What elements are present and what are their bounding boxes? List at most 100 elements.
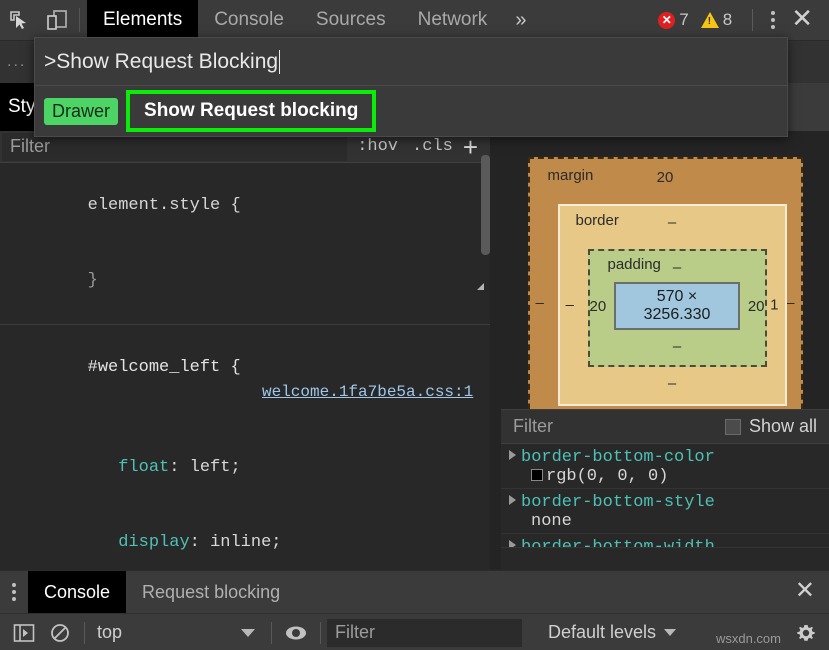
devtools-drawer: Console Request blocking ✕ top bbox=[0, 570, 829, 650]
computed-property-name: border-bottom-color bbox=[521, 448, 715, 467]
error-count-badge[interactable]: ✕ 7 bbox=[658, 10, 694, 30]
styles-pane: Filter :hov .cls + element.style { } #we… bbox=[0, 131, 490, 570]
chevron-down-icon bbox=[664, 629, 676, 636]
command-query-text: Show Request Blocking bbox=[56, 50, 278, 74]
computed-filter-input[interactable]: Filter bbox=[513, 416, 725, 437]
site-watermark-text: wsxdn.com bbox=[716, 631, 781, 646]
live-expression-eye-icon[interactable] bbox=[278, 614, 314, 650]
computed-value-text: rgb(0, 0, 0) bbox=[546, 467, 668, 486]
element-style-close: } bbox=[0, 244, 490, 319]
inspect-element-icon[interactable] bbox=[0, 0, 38, 41]
drawer-kebab-menu-icon[interactable] bbox=[0, 571, 28, 613]
error-circle-icon: ✕ bbox=[658, 12, 675, 29]
panel-tabs: Elements Console Sources Network » bbox=[87, 0, 538, 41]
hov-toggle[interactable]: :hov bbox=[357, 137, 398, 156]
command-menu-overlay: >Show Request Blocking Drawer Show Reque… bbox=[34, 37, 788, 137]
toolbar-divider bbox=[79, 8, 80, 32]
drawer-tab-request-blocking[interactable]: Request blocking bbox=[126, 571, 296, 613]
border-bottom-value[interactable]: – bbox=[560, 375, 785, 392]
margin-label: margin bbox=[548, 167, 594, 184]
cls-toggle[interactable]: .cls bbox=[412, 137, 453, 156]
command-menu-result-row[interactable]: Drawer Show Request blocking bbox=[35, 86, 787, 136]
kebab-menu-icon[interactable] bbox=[761, 11, 785, 29]
declaration-value[interactable]: left; bbox=[190, 458, 241, 477]
box-model-border[interactable]: border – – 1 padding – 20 570 × 3256.330… bbox=[558, 204, 787, 406]
console-log-levels-selector[interactable]: Default levels bbox=[548, 622, 676, 643]
color-swatch-black[interactable] bbox=[531, 469, 543, 481]
computed-property-name: border-bottom-style bbox=[521, 493, 715, 512]
show-all-label[interactable]: Show all bbox=[749, 416, 817, 437]
computed-filter-row: Filter Show all bbox=[501, 410, 829, 444]
result-category-badge: Drawer bbox=[44, 98, 118, 125]
console-sidebar-icon[interactable] bbox=[6, 614, 42, 650]
computed-styles-section: Filter Show all border-bottom-color rgb(… bbox=[501, 409, 829, 570]
element-style-selector: element.style { bbox=[88, 196, 241, 215]
styles-pane-scrollbar[interactable] bbox=[481, 155, 490, 255]
computed-property-value: none bbox=[509, 512, 829, 531]
warning-triangle-icon bbox=[701, 12, 719, 28]
declaration-float[interactable]: float: left; bbox=[0, 431, 490, 506]
command-prompt-char: > bbox=[44, 50, 56, 74]
toolbar-divider bbox=[320, 622, 321, 644]
computed-property-row[interactable]: border-bottom-width bbox=[501, 534, 829, 548]
padding-left-value[interactable]: 20 bbox=[590, 298, 607, 315]
box-model-content-size[interactable]: 570 × 3256.330 bbox=[614, 282, 740, 330]
device-toolbar-icon[interactable] bbox=[38, 0, 76, 41]
box-model-padding[interactable]: padding – 20 570 × 3256.330 20 – bbox=[588, 249, 767, 367]
tab-elements[interactable]: Elements bbox=[87, 0, 198, 41]
border-right-value[interactable]: 1 bbox=[770, 297, 778, 314]
margin-left-value[interactable]: – bbox=[536, 295, 544, 312]
drawer-tab-bar: Console Request blocking ✕ bbox=[0, 571, 829, 613]
stylesheet-source-link[interactable]: welcome.1fa7be5a.css:1 bbox=[262, 381, 473, 405]
show-all-checkbox[interactable] bbox=[725, 419, 741, 435]
drawer-tab-console[interactable]: Console bbox=[28, 571, 126, 613]
command-menu-input[interactable]: >Show Request Blocking bbox=[35, 38, 787, 86]
command-result-show-request-blocking[interactable]: Show Request blocking bbox=[126, 90, 376, 132]
box-model-container: margin 20 – – border – – 1 padding – 20 … bbox=[501, 131, 829, 449]
welcome-left-selector: #welcome_left { bbox=[88, 358, 241, 377]
expand-triangle-icon[interactable] bbox=[509, 495, 516, 505]
declaration-property[interactable]: float bbox=[118, 458, 169, 477]
tab-network[interactable]: Network bbox=[402, 0, 504, 41]
padding-right-value[interactable]: 20 bbox=[748, 298, 765, 315]
computed-property-row[interactable]: border-bottom-style none bbox=[501, 489, 829, 534]
padding-label: padding bbox=[608, 256, 661, 273]
computed-property-name: border-bottom-width bbox=[521, 538, 715, 548]
border-label: border bbox=[576, 212, 619, 229]
toolbar-divider bbox=[84, 622, 85, 644]
tab-console[interactable]: Console bbox=[198, 0, 300, 41]
breadcrumb-overflow-icon[interactable]: ... bbox=[3, 53, 30, 71]
toolbar-divider-right bbox=[752, 9, 753, 31]
tab-sources[interactable]: Sources bbox=[300, 0, 402, 41]
expand-triangle-icon[interactable] bbox=[509, 540, 516, 548]
border-left-value[interactable]: – bbox=[566, 297, 574, 314]
gear-icon[interactable] bbox=[795, 622, 829, 644]
warning-count-badge[interactable]: 8 bbox=[701, 10, 738, 30]
styles-state-toggles: :hov .cls bbox=[347, 137, 463, 156]
declaration-colon: : bbox=[190, 533, 210, 552]
console-context-selector[interactable]: top bbox=[91, 622, 241, 643]
box-model-margin[interactable]: margin 20 – – border – – 1 padding – 20 … bbox=[528, 157, 803, 449]
computed-property-row[interactable]: border-bottom-color rgb(0, 0, 0) bbox=[501, 444, 829, 489]
declaration-value[interactable]: inline; bbox=[210, 533, 281, 552]
welcome-left-rule-header[interactable]: #welcome_left { welcome.1fa7be5a.css:1 bbox=[0, 331, 490, 431]
console-toolbar: top Filter Default levels bbox=[0, 613, 829, 650]
devtools-window: Elements Console Sources Network » ✕ 7 8… bbox=[0, 0, 829, 650]
element-style-close-brace: } bbox=[88, 271, 98, 290]
console-filter-input[interactable]: Filter bbox=[327, 619, 522, 647]
chevron-down-icon[interactable] bbox=[241, 629, 255, 637]
log-levels-label: Default levels bbox=[548, 622, 656, 643]
padding-bottom-value[interactable]: – bbox=[590, 338, 765, 355]
element-style-rule[interactable]: element.style { bbox=[0, 169, 490, 244]
margin-right-value[interactable]: – bbox=[786, 295, 794, 312]
devtools-main-toolbar: Elements Console Sources Network » ✕ 7 8… bbox=[0, 0, 829, 41]
drawer-close-icon[interactable]: ✕ bbox=[795, 571, 829, 613]
computed-property-value: rgb(0, 0, 0) bbox=[509, 467, 829, 486]
close-icon[interactable]: ✕ bbox=[785, 5, 823, 35]
more-tabs-icon[interactable]: » bbox=[503, 0, 538, 41]
expand-triangle-icon[interactable] bbox=[509, 450, 516, 460]
declaration-colon: : bbox=[169, 458, 189, 477]
declaration-property[interactable]: display bbox=[118, 533, 189, 552]
text-caret bbox=[279, 50, 280, 74]
clear-console-icon[interactable] bbox=[42, 614, 78, 650]
